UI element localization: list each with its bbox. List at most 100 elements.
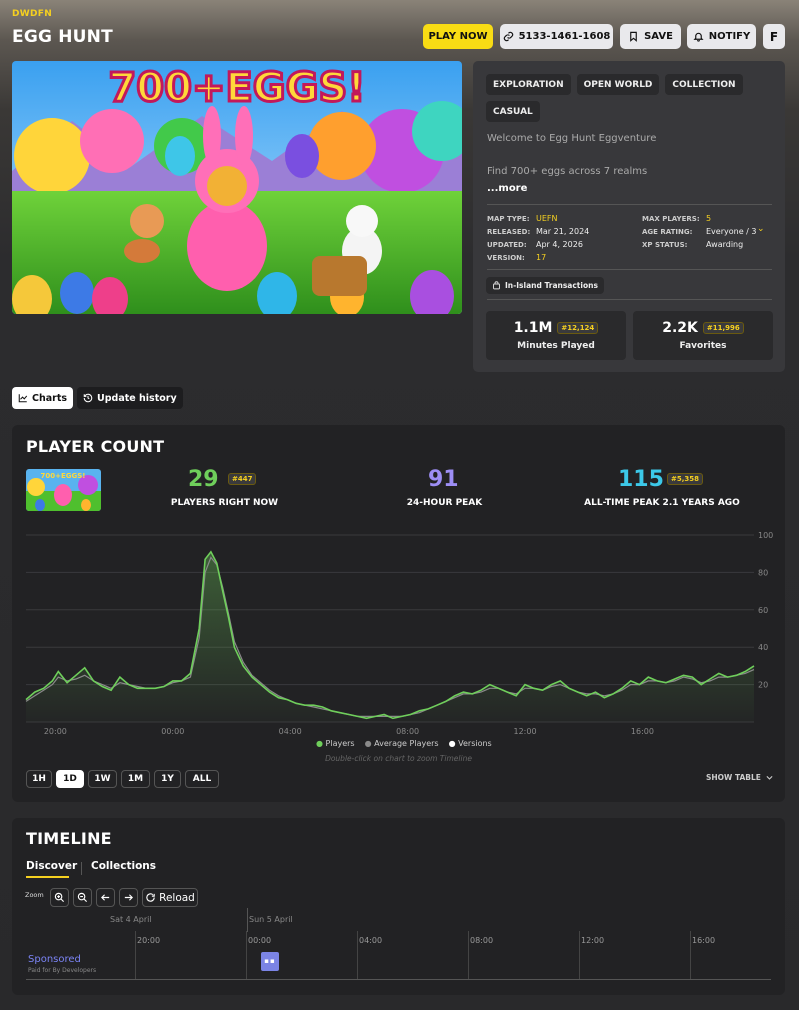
y-tick-label: 60 <box>758 606 768 615</box>
player-count-title: PLAYER COUNT <box>26 437 165 456</box>
peak-24h-label: 24-HOUR PEAK <box>406 498 483 508</box>
tag-exploration[interactable]: EXPLORATION <box>486 74 571 95</box>
island-code-button[interactable]: 5133-1461-1608 <box>500 24 613 49</box>
xp-status-value: Awarding <box>706 240 744 249</box>
range-1w-button[interactable]: 1W <box>88 770 117 788</box>
creator-name[interactable]: DWDFN <box>12 9 52 19</box>
chart-legend: ● Players ● Average Players ● Versions <box>316 739 492 748</box>
range-1d-button[interactable]: 1D <box>56 770 84 788</box>
save-label: SAVE <box>644 31 673 42</box>
chart-icon <box>18 394 28 403</box>
mini-banner-text: 700+EGGS! <box>41 472 86 480</box>
players-now-label: PLAYERS RIGHT NOW <box>170 498 279 508</box>
timeline-tick: 16:00 <box>692 936 716 945</box>
show-table-toggle[interactable]: SHOW TABLE <box>706 773 774 782</box>
peak-24h-value: 91 <box>428 467 459 492</box>
sponsored-label[interactable]: Sponsored <box>28 954 81 965</box>
divider <box>487 269 772 270</box>
tag-collection[interactable]: COLLECTION <box>665 74 743 95</box>
alltime-peak-rank: #5,358 <box>667 473 704 485</box>
link-icon <box>503 31 513 42</box>
more-link[interactable]: ...more <box>487 183 527 194</box>
minutes-played-value: 1.1M <box>513 320 553 336</box>
show-table-label: SHOW TABLE <box>706 773 761 782</box>
max-players-key: MAX PLAYERS: <box>642 215 700 223</box>
transactions-label: In-Island Transactions <box>505 281 598 290</box>
tab-discover[interactable]: Discover <box>26 860 77 872</box>
tab-update-history-label: Update history <box>97 392 177 404</box>
x-tick-label: 00:00 <box>161 727 184 736</box>
bell-icon <box>693 32 704 42</box>
sponsored-sub-label: Paid for By Developers <box>28 967 97 974</box>
y-tick-label: 40 <box>758 643 768 652</box>
y-tick-label: 20 <box>758 681 768 690</box>
map-type-value: UEFN <box>536 214 558 223</box>
divider <box>81 862 82 875</box>
scroll-right-button[interactable] <box>119 888 138 907</box>
x-tick-label: 16:00 <box>631 727 654 736</box>
age-rating-value[interactable]: Everyone / 3 <box>706 227 757 236</box>
date-label: Sun 5 April <box>249 915 293 924</box>
tab-collections[interactable]: Collections <box>91 860 156 872</box>
y-tick-label: 100 <box>758 531 773 540</box>
players-now-rank: #447 <box>228 473 257 485</box>
minutes-played-stat: 1.1M #12,124 Minutes Played <box>486 311 626 360</box>
description-line: Find 700+ eggs across 7 realms <box>487 166 648 177</box>
chart-hint: Double-click on chart to zoom Timeline <box>325 754 472 763</box>
tab-charts[interactable]: Charts <box>12 387 74 409</box>
reload-icon <box>146 893 155 902</box>
active-tab-underline <box>26 876 69 878</box>
range-all-button[interactable]: ALL <box>185 770 219 788</box>
range-1m-button[interactable]: 1M <box>121 770 150 788</box>
tag-casual[interactable]: CASUAL <box>486 101 540 122</box>
players-now-value: 29 <box>188 467 219 492</box>
x-tick-label: 12:00 <box>514 727 537 736</box>
scroll-left-button[interactable] <box>96 888 115 907</box>
notify-button[interactable]: NOTIFY <box>687 24 756 49</box>
arrow-right-icon <box>124 894 133 901</box>
page-title: EGG HUNT <box>12 27 113 47</box>
range-1y-button[interactable]: 1Y <box>154 770 181 788</box>
tab-update-history[interactable]: Update history <box>77 387 183 409</box>
island-code-text: 5133-1461-1608 <box>518 31 611 42</box>
timeline-tick: 08:00 <box>470 936 494 945</box>
timeline-tick: 20:00 <box>137 936 161 945</box>
transactions-badge: In-Island Transactions <box>486 277 604 294</box>
f-button[interactable]: F <box>763 24 785 49</box>
legend-average[interactable]: ● Average Players <box>365 739 439 748</box>
zoom-out-icon <box>77 892 88 903</box>
y-tick-label: 80 <box>758 568 768 577</box>
alltime-peak-label: ALL-TIME PEAK 2.1 YEARS AGO <box>584 498 740 508</box>
shopping-bag-icon <box>493 281 500 290</box>
released-key: RELEASED: <box>487 228 531 236</box>
timeline-event-marker[interactable]: ▪▪ <box>261 952 279 971</box>
hero-banner-text: 700+EGGS! <box>108 65 365 111</box>
minutes-rank-badge: #12,124 <box>557 322 599 334</box>
zoom-label: Zoom <box>25 891 44 899</box>
minutes-played-label: Minutes Played <box>517 341 595 351</box>
timeline-tick: 12:00 <box>581 936 605 945</box>
island-info-card: EXPLORATION OPEN WORLD COLLECTION CASUAL… <box>473 61 785 372</box>
legend-players[interactable]: ● Players <box>316 739 355 748</box>
range-1h-button[interactable]: 1H <box>26 770 52 788</box>
zoom-out-button[interactable] <box>73 888 92 907</box>
arrow-left-icon <box>101 894 110 901</box>
zoom-in-button[interactable] <box>50 888 69 907</box>
timeline-title: TIMELINE <box>26 829 112 848</box>
version-value: 17 <box>536 253 547 262</box>
description-line: Welcome to Egg Hunt Eggventure <box>487 133 657 144</box>
reload-button[interactable]: Reload <box>142 888 198 907</box>
player-count-chart[interactable]: 20 40 60 80 100 20:00 00:00 04:00 08:00 12:00 16:0… <box>12 525 785 740</box>
tag-open-world[interactable]: OPEN WORLD <box>576 74 660 95</box>
favorites-value: 2.2K <box>662 320 698 336</box>
divider <box>487 204 772 205</box>
timeline-tick: 04:00 <box>359 936 383 945</box>
history-icon <box>83 393 93 403</box>
chevron-down-icon[interactable]: ⌄ <box>757 224 765 234</box>
x-tick-label: 08:00 <box>396 727 419 736</box>
max-players-value: 5 <box>706 214 712 223</box>
save-button[interactable]: SAVE <box>620 24 681 49</box>
play-now-button[interactable]: PLAY NOW <box>423 24 493 49</box>
legend-versions[interactable]: ● Versions <box>449 739 492 748</box>
tab-charts-label: Charts <box>32 392 68 404</box>
